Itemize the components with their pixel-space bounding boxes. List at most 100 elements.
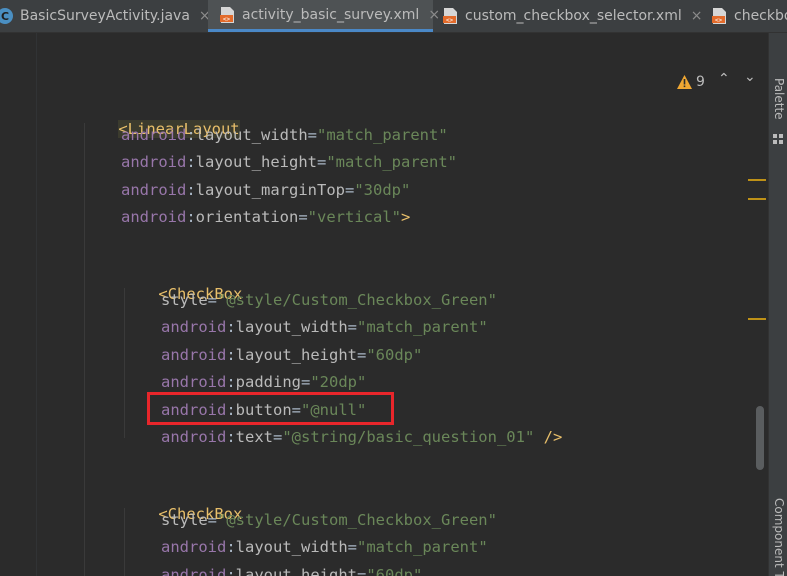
xml-equals: =	[307, 126, 317, 144]
xml-value: "match_parent"	[357, 538, 488, 556]
right-tool-strip: Palette Component Tree	[768, 33, 787, 576]
xml-attribute: layout_height	[235, 346, 357, 364]
xml-value: "20dp"	[310, 373, 367, 391]
warning-stripe-marker[interactable]	[748, 318, 766, 320]
code-line: android:orientation="vertical">	[121, 206, 410, 228]
xml-colon: :	[186, 153, 196, 171]
xml-equals: =	[207, 291, 218, 309]
xml-tag-end: />	[534, 428, 563, 446]
xml-equals: =	[357, 346, 367, 364]
xml-drawable-icon: <>	[710, 7, 728, 25]
warning-stripe-marker[interactable]	[748, 179, 766, 181]
xml-colon: :	[186, 181, 196, 199]
code-line: style="@style/Custom_Checkbox_Green"	[161, 289, 497, 311]
xml-namespace: android	[161, 318, 227, 336]
xml-namespace: android	[121, 208, 187, 226]
xml-colon: :	[186, 126, 196, 144]
tab-basic-survey-activity[interactable]: C BasicSurveyActivity.java ×	[0, 0, 211, 32]
component-tree-label: Component Tree	[772, 498, 786, 576]
xml-attribute: orientation	[195, 208, 299, 226]
code-line: <CheckBox	[121, 261, 242, 303]
xml-colon: :	[226, 373, 236, 391]
xml-equals: =	[301, 373, 311, 391]
xml-namespace: android	[161, 373, 227, 391]
java-class-icon: C	[0, 7, 14, 25]
code-line: android:layout_height="60dp"	[161, 564, 422, 576]
xml-colon: :	[226, 566, 236, 576]
xml-tag-end: >	[401, 208, 411, 226]
xml-attribute: layout_width	[195, 126, 308, 144]
tab-custom-checkbox-selector[interactable]: <> custom_checkbox_selector.xml ×	[434, 0, 702, 32]
svg-text:<>: <>	[223, 16, 231, 23]
xml-layout-icon: <>	[218, 6, 236, 24]
code-line: style="@style/Custom_Checkbox_Green"	[161, 509, 497, 531]
inspection-widget[interactable]: 9	[676, 73, 705, 91]
xml-attribute: style	[161, 511, 208, 529]
xml-equals: =	[317, 153, 327, 171]
previous-highlight-icon[interactable]: ⌃	[718, 71, 730, 87]
xml-namespace: android	[161, 428, 227, 446]
xml-value: "@string/basic_question_01"	[282, 428, 535, 446]
tab-label: custom_checkbox_selector.xml	[465, 8, 682, 24]
svg-text:<>: <>	[446, 17, 454, 24]
palette-icon	[773, 130, 784, 144]
tab-label: checkbo	[734, 8, 787, 24]
xml-attribute: layout_marginTop	[195, 181, 345, 199]
xml-namespace: android	[161, 538, 227, 556]
tab-label: activity_basic_survey.xml	[242, 6, 420, 23]
code-line: android:layout_height="match_parent"	[121, 151, 457, 173]
code-line: android:layout_width="match_parent"	[161, 316, 488, 338]
warning-stripe-marker[interactable]	[748, 198, 766, 200]
code-line: android:layout_width="match_parent"	[121, 124, 448, 146]
xml-namespace: android	[121, 181, 187, 199]
xml-namespace: android	[161, 346, 227, 364]
code-line: <LinearLayout	[81, 96, 240, 138]
xml-value: "match_parent"	[317, 126, 448, 144]
code-line: android:text="@string/basic_question_01"…	[161, 426, 562, 448]
code-line: android:layout_height="60dp"	[161, 344, 422, 366]
code-line: android:layout_marginTop="30dp"	[121, 179, 410, 201]
xml-namespace: android	[161, 566, 227, 576]
xml-colon: :	[226, 538, 236, 556]
xml-value: "60dp"	[366, 346, 423, 364]
xml-equals: =	[207, 511, 218, 529]
xml-equals: =	[347, 538, 357, 556]
xml-namespace: android	[121, 153, 187, 171]
xml-colon: :	[186, 208, 196, 226]
xml-colon: :	[226, 428, 236, 446]
xml-equals: =	[273, 428, 283, 446]
xml-value: "@style/Custom_Checkbox_Green"	[217, 511, 497, 529]
xml-attribute: layout_width	[235, 318, 348, 336]
highlight-annotation-box	[147, 392, 394, 425]
xml-value: "@style/Custom_Checkbox_Green"	[217, 291, 497, 309]
xml-attribute: style	[161, 291, 208, 309]
code-line: android:layout_width="match_parent"	[161, 536, 488, 558]
warning-count: 9	[696, 74, 705, 90]
tab-label: BasicSurveyActivity.java	[20, 8, 190, 24]
xml-equals: =	[298, 208, 308, 226]
xml-value: "match_parent"	[326, 153, 457, 171]
xml-attribute: layout_width	[235, 538, 348, 556]
code-editor[interactable]: 9 ⌃ ⌄ <LinearLayout android:layout_width…	[0, 33, 768, 576]
tab-activity-basic-survey[interactable]: <> activity_basic_survey.xml ×	[208, 0, 440, 32]
xml-colon: :	[226, 346, 236, 364]
xml-equals: =	[347, 318, 357, 336]
xml-value: "vertical"	[307, 208, 401, 226]
xml-value: "30dp"	[354, 181, 411, 199]
warning-triangle-icon	[676, 74, 693, 90]
xml-colon: :	[226, 318, 236, 336]
xml-equals: =	[344, 181, 355, 199]
editor-tab-bar: C BasicSurveyActivity.java × <> activity…	[0, 0, 787, 33]
xml-value: "match_parent"	[357, 318, 488, 336]
vertical-scrollbar[interactable]	[756, 406, 764, 470]
xml-attribute: text	[235, 428, 273, 446]
svg-text:<>: <>	[715, 17, 723, 24]
next-highlight-icon[interactable]: ⌄	[744, 69, 756, 85]
xml-attribute: layout_height	[235, 566, 357, 576]
code-line: android:padding="20dp"	[161, 371, 366, 393]
tab-checkbox-overflow[interactable]: <> checkbo	[701, 0, 787, 32]
xml-namespace: android	[121, 126, 187, 144]
code-line: <CheckBox	[121, 481, 242, 523]
svg-text:C: C	[1, 10, 9, 23]
xml-equals: =	[357, 566, 367, 576]
